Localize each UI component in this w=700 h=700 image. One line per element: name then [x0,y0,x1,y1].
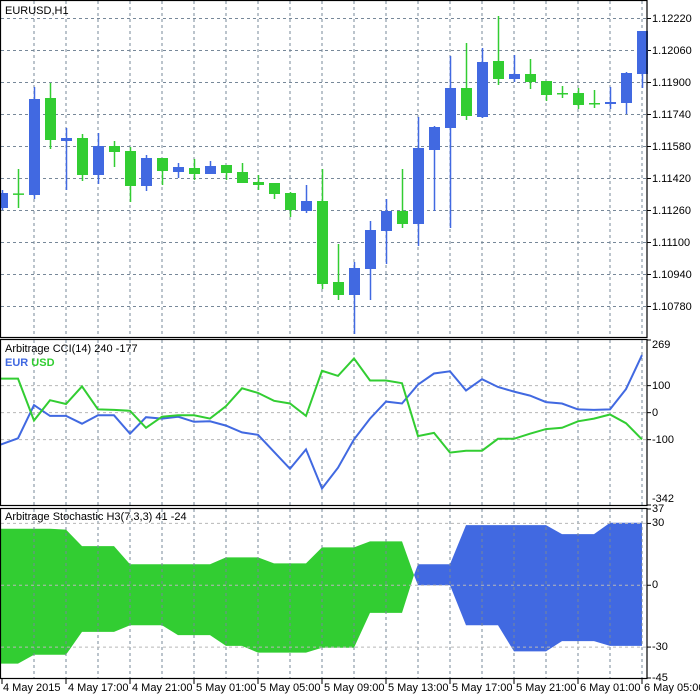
price-axis-label: 1.12060 [652,44,692,57]
price-axis-label: 1.11420 [652,172,691,185]
legend-usd: USD [31,357,55,369]
price-axis-label: 1.12220 [652,12,692,25]
candle-bullish [413,148,424,224]
cci-legend: EUR USD [5,357,55,369]
price-axis-label: 1.11260 [652,204,691,217]
panel-border [0,338,648,507]
stoch-indicator-title: Arbitrage Stochastic H3(7,3,3) 41 -24 [5,511,187,523]
candle-bearish [317,201,328,284]
stoch-axis-label: 37 [652,503,665,515]
time-axis-label: 5 May 09:00 [324,682,385,694]
candle-bearish [269,183,280,194]
cci-axis-label: 0 [652,406,659,419]
price-axis-label: 1.11740 [652,108,691,121]
candle-bearish [397,211,408,224]
cci-indicator-title: Arbitrage CCI(14) 240 -177 [5,343,138,355]
stoch-axis-label: 30 [652,517,665,530]
price-axis-label: 1.11580 [652,140,691,153]
candle-bearish [525,74,536,82]
candle-bearish [125,151,136,186]
stochastic-area-blue [414,522,642,652]
candle-bearish [237,172,248,183]
candle-bullish [637,31,648,74]
chart-window[interactable]: EURUSD,H1 Arbitrage CCI(14) 240 -177 EUR… [0,0,700,700]
candle-bullish [445,88,456,128]
candle-bullish [61,138,72,141]
stoch-axis-label: -30 [652,641,668,654]
candle-bullish [0,193,8,208]
time-axis-label: 5 May 13:00 [388,682,449,694]
candle-bullish [93,146,104,175]
price-axis-label: 1.10940 [652,268,692,281]
cci-axis-label: 269 [652,339,671,351]
cci-axis-label: 100 [652,379,671,392]
candle-bearish [109,146,120,152]
candle-bearish [253,182,264,185]
candle-bearish [77,138,88,175]
legend-eur: EUR [5,357,29,369]
candle-bearish [493,61,504,79]
candle-bullish [365,230,376,269]
time-axis-label: 6 May 01:00 [580,682,641,694]
candle-bullish [621,73,632,103]
candle-bearish [557,93,568,95]
price-axis-label: 1.11900 [652,76,691,89]
stoch-axis-label: 0 [652,579,659,592]
candle-bullish [29,99,40,195]
candle-bearish [285,193,296,210]
cci-axis-label: -100 [652,433,675,446]
candle-bearish [221,165,232,173]
time-axis-label: 4 May 17:00 [68,682,129,694]
stochastic-area-green [0,528,414,664]
candle-bullish [349,268,360,295]
main-chart-title: EURUSD,H1 [5,5,69,17]
time-axis-label: 5 May 05:00 [260,682,321,694]
time-axis-label: 5 May 17:00 [452,682,513,694]
price-axis-label: 1.10780 [652,300,692,313]
candle-bullish [477,62,488,117]
candle-bullish [429,127,440,150]
candle-bullish [605,102,616,104]
candle-bullish [301,201,312,211]
candle-bearish [189,168,200,174]
candle-bearish [461,88,472,116]
time-axis-label: 4 May 21:00 [132,682,193,694]
candle-bearish [589,103,600,105]
candle-bullish [205,166,216,174]
candle-bearish [333,282,344,295]
time-axis-label: 5 May 21:00 [516,682,577,694]
candle-bullish [381,211,392,231]
candle-bearish [541,81,552,95]
candle-bearish [13,193,24,195]
candle-bullish [173,167,184,172]
candle-bullish [509,74,520,79]
time-axis-label: 5 May 01:00 [196,682,257,694]
time-axis-label: 6 May 05:00 [644,682,700,694]
candle-bearish [573,93,584,105]
price-axis-label: 1.11100 [652,236,691,249]
candle-bullish [141,158,152,186]
candle-bearish [157,158,168,171]
candle-bearish [45,98,56,140]
time-axis-label: 4 May 2015 [3,682,61,694]
